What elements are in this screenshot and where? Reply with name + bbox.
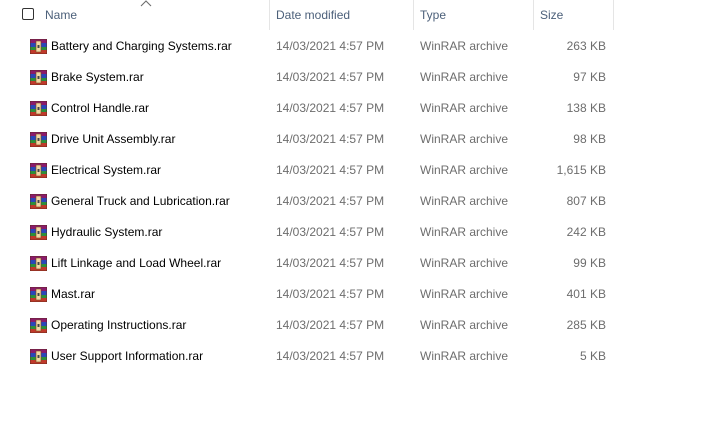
file-type: WinRAR archive: [420, 163, 509, 177]
winrar-archive-icon: [30, 225, 47, 240]
file-size: 242 KB: [566, 225, 606, 239]
file-row[interactable]: Electrical System.rar 14/03/2021 4:57 PM…: [0, 155, 721, 186]
file-type: WinRAR archive: [420, 287, 509, 301]
file-type: WinRAR archive: [420, 39, 509, 53]
file-name[interactable]: Mast.rar: [51, 279, 95, 310]
file-size: 138 KB: [566, 101, 606, 115]
column-header-name-label: Name: [45, 8, 78, 22]
file-name[interactable]: User Support Information.rar: [51, 341, 203, 372]
file-size: 263 KB: [566, 39, 606, 53]
file-date-modified: 14/03/2021 4:57 PM: [276, 287, 385, 301]
file-size: 1,615 KB: [556, 163, 606, 177]
file-name[interactable]: Operating Instructions.rar: [51, 310, 186, 341]
column-header-size-label: Size: [540, 8, 564, 22]
file-size: 99 KB: [573, 256, 606, 270]
file-name[interactable]: Brake System.rar: [51, 62, 144, 93]
winrar-archive-icon: [30, 39, 47, 54]
file-row[interactable]: Hydraulic System.rar 14/03/2021 4:57 PM …: [0, 217, 721, 248]
file-row[interactable]: Drive Unit Assembly.rar 14/03/2021 4:57 …: [0, 124, 721, 155]
file-row[interactable]: Brake System.rar 14/03/2021 4:57 PM WinR…: [0, 62, 721, 93]
file-name[interactable]: Drive Unit Assembly.rar: [51, 124, 175, 155]
file-row[interactable]: Lift Linkage and Load Wheel.rar 14/03/20…: [0, 248, 721, 279]
file-date-modified: 14/03/2021 4:57 PM: [276, 132, 385, 146]
file-row[interactable]: Control Handle.rar 14/03/2021 4:57 PM Wi…: [0, 93, 721, 124]
winrar-archive-icon: [30, 318, 47, 333]
column-header-type-label: Type: [420, 8, 447, 22]
file-date-modified: 14/03/2021 4:57 PM: [276, 225, 385, 239]
file-size: 97 KB: [573, 70, 606, 84]
file-date-modified: 14/03/2021 4:57 PM: [276, 256, 385, 270]
file-size: 807 KB: [566, 194, 606, 208]
winrar-archive-icon: [30, 101, 47, 116]
file-type: WinRAR archive: [420, 318, 509, 332]
file-list: Battery and Charging Systems.rar 14/03/2…: [0, 31, 721, 372]
file-size: 98 KB: [573, 132, 606, 146]
winrar-archive-icon: [30, 194, 47, 209]
file-size: 5 KB: [579, 349, 606, 363]
file-type: WinRAR archive: [420, 256, 509, 270]
file-row[interactable]: General Truck and Lubrication.rar 14/03/…: [0, 186, 721, 217]
file-row[interactable]: Mast.rar 14/03/2021 4:57 PM WinRAR archi…: [0, 279, 721, 310]
file-name[interactable]: Control Handle.rar: [51, 93, 149, 124]
file-name[interactable]: Hydraulic System.rar: [51, 217, 162, 248]
column-header-type[interactable]: Type: [414, 0, 533, 30]
file-row[interactable]: Operating Instructions.rar 14/03/2021 4:…: [0, 310, 721, 341]
file-name[interactable]: General Truck and Lubrication.rar: [51, 186, 230, 217]
file-row[interactable]: User Support Information.rar 14/03/2021 …: [0, 341, 721, 372]
file-row[interactable]: Battery and Charging Systems.rar 14/03/2…: [0, 31, 721, 62]
winrar-archive-icon: [30, 132, 47, 147]
select-all-checkbox[interactable]: [22, 8, 34, 20]
winrar-archive-icon: [30, 349, 47, 364]
file-name[interactable]: Electrical System.rar: [51, 155, 161, 186]
file-type: WinRAR archive: [420, 101, 509, 115]
file-name[interactable]: Lift Linkage and Load Wheel.rar: [51, 248, 221, 279]
file-name[interactable]: Battery and Charging Systems.rar: [51, 31, 232, 62]
column-header-date-modified[interactable]: Date modified: [270, 0, 413, 30]
file-type: WinRAR archive: [420, 225, 509, 239]
file-date-modified: 14/03/2021 4:57 PM: [276, 163, 385, 177]
winrar-archive-icon: [30, 70, 47, 85]
winrar-archive-icon: [30, 163, 47, 178]
file-size: 285 KB: [566, 318, 606, 332]
file-type: WinRAR archive: [420, 349, 509, 363]
file-date-modified: 14/03/2021 4:57 PM: [276, 101, 385, 115]
file-type: WinRAR archive: [420, 194, 509, 208]
file-date-modified: 14/03/2021 4:57 PM: [276, 318, 385, 332]
column-header-row: Name Date modified Type Size: [0, 0, 721, 30]
file-date-modified: 14/03/2021 4:57 PM: [276, 39, 385, 53]
file-type: WinRAR archive: [420, 132, 509, 146]
winrar-archive-icon: [30, 256, 47, 271]
column-header-name[interactable]: Name: [39, 0, 269, 30]
file-explorer-details-view: Name Date modified Type Size Battery and…: [0, 0, 721, 442]
file-date-modified: 14/03/2021 4:57 PM: [276, 70, 385, 84]
winrar-archive-icon: [30, 287, 47, 302]
file-size: 401 KB: [566, 287, 606, 301]
column-header-size[interactable]: Size: [534, 0, 613, 30]
column-header-date-modified-label: Date modified: [276, 8, 351, 22]
file-date-modified: 14/03/2021 4:57 PM: [276, 194, 385, 208]
file-type: WinRAR archive: [420, 70, 509, 84]
file-date-modified: 14/03/2021 4:57 PM: [276, 349, 385, 363]
column-divider[interactable]: [613, 0, 614, 30]
